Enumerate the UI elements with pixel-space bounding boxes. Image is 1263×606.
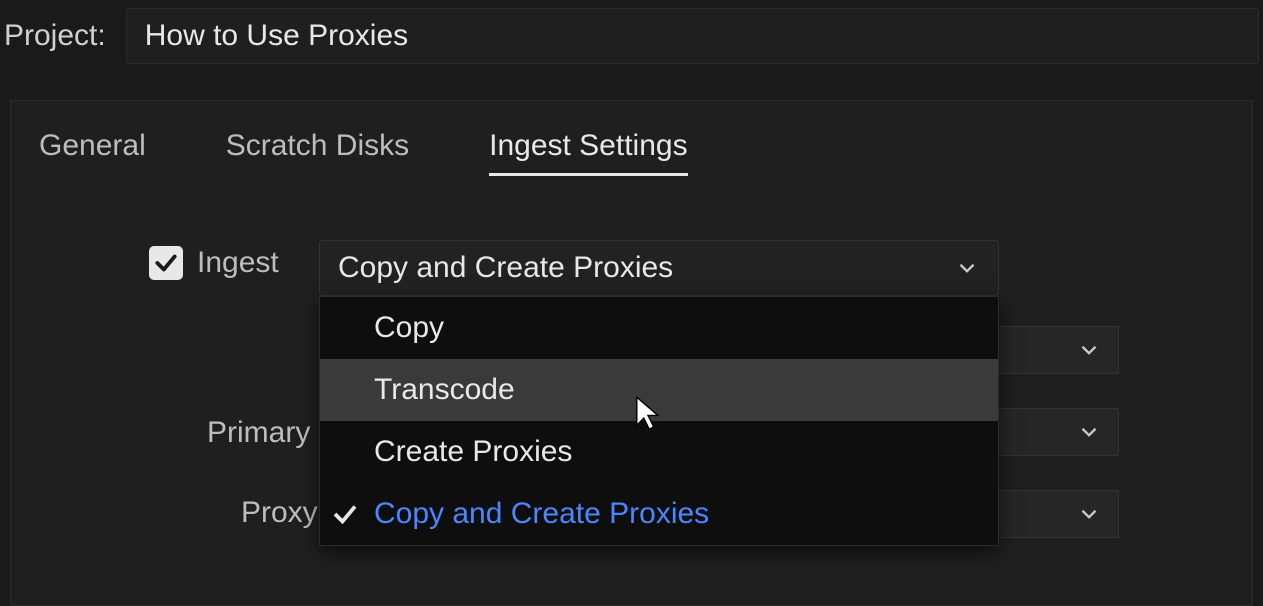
proxy-destination-dropdown-behind[interactable] (989, 490, 1119, 538)
checkmark-icon (330, 499, 360, 529)
preset-dropdown-behind[interactable] (989, 326, 1119, 374)
chevron-down-icon (1076, 337, 1102, 363)
chevron-down-icon (954, 255, 980, 281)
ingest-row: Ingest (149, 246, 279, 280)
primary-destination-dropdown-behind[interactable] (989, 408, 1119, 456)
ingest-label: Ingest (197, 246, 279, 280)
proxy-destination-label: Proxy (241, 496, 318, 530)
ingest-option-create-proxies[interactable]: Create Proxies (320, 421, 998, 483)
project-row: Project: How to Use Proxies (0, 0, 1263, 64)
project-label: Project: (4, 19, 106, 53)
tab-bar: General Scratch Disks Ingest Settings (39, 129, 1224, 176)
ingest-option-copy-and-create-proxies[interactable]: Copy and Create Proxies (320, 483, 998, 545)
settings-panel: General Scratch Disks Ingest Settings In… (10, 100, 1253, 606)
ingest-checkbox[interactable] (149, 246, 183, 280)
ingest-dropdown[interactable]: Copy and Create Proxies (319, 240, 999, 296)
tab-general[interactable]: General (39, 129, 146, 176)
ingest-dropdown-menu: Copy Transcode Create Proxies Copy and C… (319, 296, 999, 546)
project-name-field[interactable]: How to Use Proxies (126, 8, 1259, 64)
tab-scratch-disks[interactable]: Scratch Disks (226, 129, 409, 176)
chevron-down-icon (1076, 419, 1102, 445)
chevron-down-icon (1076, 501, 1102, 527)
ingest-dropdown-value: Copy and Create Proxies (338, 251, 673, 285)
ingest-option-selected-label: Copy and Create Proxies (374, 497, 709, 530)
tab-ingest-settings[interactable]: Ingest Settings (489, 129, 687, 176)
ingest-option-copy[interactable]: Copy (320, 297, 998, 359)
primary-destination-label: Primary (207, 416, 310, 450)
ingest-option-transcode[interactable]: Transcode (320, 359, 998, 421)
checkmark-icon (153, 250, 179, 276)
